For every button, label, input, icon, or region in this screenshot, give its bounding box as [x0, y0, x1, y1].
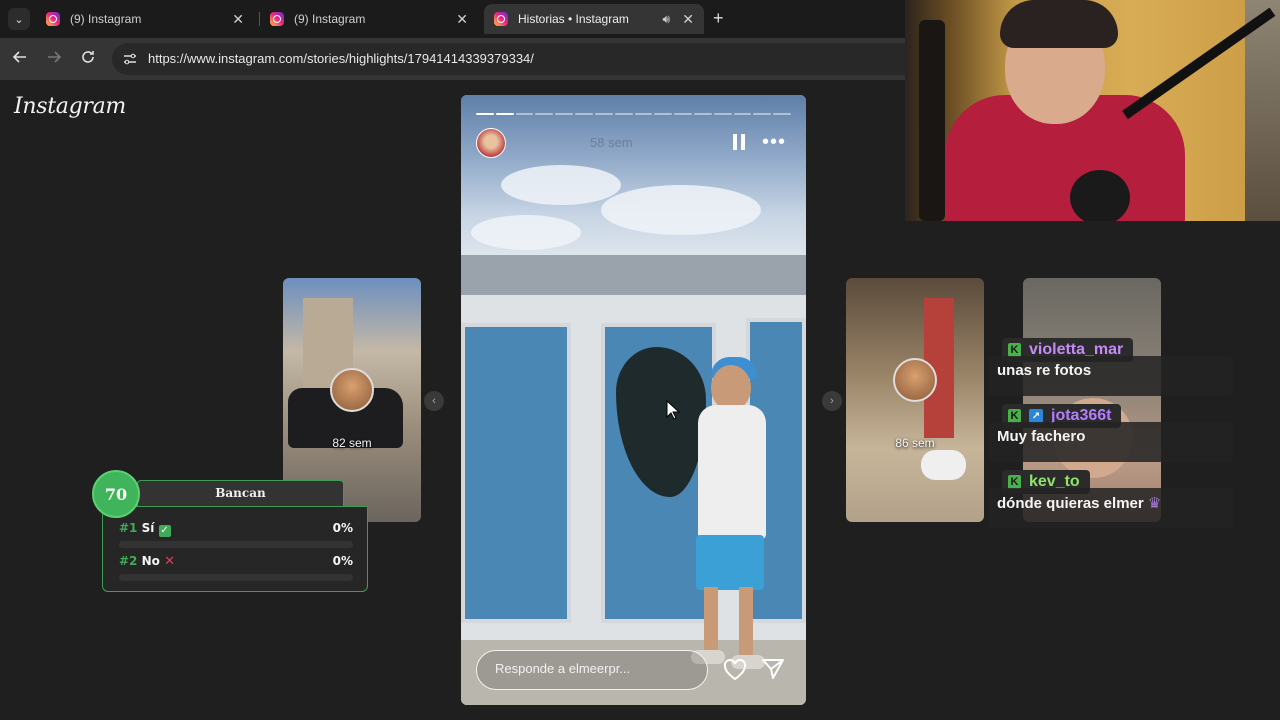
chat-message-text: Muy fachero [997, 428, 1086, 445]
instagram-favicon-icon [494, 12, 508, 26]
instagram-favicon-icon [46, 12, 60, 26]
sky-background [461, 95, 806, 265]
user-avatar [330, 368, 374, 412]
tab-historias[interactable]: Historias • Instagram 🔊︎ ✕ [484, 4, 704, 34]
story-viewer[interactable]: 58 sem ••• [461, 95, 806, 705]
url-text[interactable]: https://www.instagram.com/stories/highli… [148, 51, 534, 66]
story-age-label: 82 sem [332, 436, 372, 450]
chat-message-text: dónde quieras elmer [997, 495, 1144, 512]
progress-segment [674, 113, 692, 115]
reload-button[interactable] [78, 49, 98, 69]
speaker-icon[interactable]: 🔊︎ [662, 12, 670, 27]
poll-option: #1 Sí ✓ 0% [119, 521, 353, 548]
reload-icon [82, 51, 94, 63]
story-progress-bar [476, 113, 791, 115]
poll-option: #2 No ✕ 0% [119, 554, 353, 581]
progress-segment [713, 113, 732, 115]
progress-segment [515, 113, 534, 115]
progress-segment [535, 113, 554, 115]
arrow-right-icon [48, 51, 62, 63]
user-avatar [893, 358, 937, 402]
person-leg [739, 587, 753, 657]
previous-story-button[interactable]: ‹ [424, 391, 444, 411]
kick-badge-icon: K [1008, 343, 1021, 357]
door-left [461, 323, 571, 623]
cat-shape [921, 450, 966, 480]
instagram-favicon-icon [270, 12, 284, 26]
poll-option-label: No [141, 554, 160, 568]
kick-badge-icon: K [1008, 409, 1021, 423]
poll-option-percent: 0% [332, 554, 353, 568]
pause-icon[interactable] [733, 134, 745, 150]
progress-segment [634, 113, 653, 115]
streamer-hair [1000, 0, 1118, 48]
heart-icon[interactable] [723, 658, 747, 681]
person-shirt [698, 405, 766, 540]
reply-field[interactable] [476, 650, 708, 690]
chat-message: unas re fotos [989, 356, 1233, 396]
tab-instagram-1[interactable]: (9) Instagram ✕ [36, 4, 254, 34]
tab-title: (9) Instagram [70, 12, 142, 26]
next-story-button[interactable]: › [822, 391, 842, 411]
check-mark-icon: ✓ [158, 525, 171, 537]
more-options-icon[interactable]: ••• [762, 131, 786, 154]
tab-search-button[interactable]: ⌄ [8, 8, 30, 30]
close-tab-icon[interactable]: ✕ [232, 11, 244, 28]
reply-input[interactable] [495, 661, 695, 676]
tab-instagram-2[interactable]: (9) Instagram ✕ [260, 4, 478, 34]
arrow-left-icon [12, 51, 26, 63]
chat-message: dónde quieras elmer ♛ [989, 488, 1233, 528]
progress-segment [594, 113, 613, 115]
back-button[interactable] [10, 49, 30, 69]
story-time: 58 sem [590, 135, 633, 150]
chevron-right-icon: › [830, 395, 834, 407]
chevron-down-icon: ⌄ [14, 13, 24, 26]
poll-option-number: #1 [119, 521, 138, 535]
story-age-label: 86 sem [895, 436, 935, 450]
progress-segment [495, 113, 514, 115]
new-tab-button[interactable]: + [713, 8, 724, 29]
verified-badge-icon: ↗ [1029, 409, 1043, 423]
streamer-webcam [905, 0, 1280, 221]
site-info-icon[interactable] [122, 51, 138, 67]
poll-option-percent: 0% [332, 521, 353, 535]
poll-option-label: Sí [141, 521, 155, 535]
mouse-cursor-icon [666, 399, 681, 425]
progress-segment [575, 113, 593, 115]
progress-segment [555, 113, 574, 115]
progress-segment [733, 113, 752, 115]
progress-segment [476, 113, 494, 115]
next-story-card[interactable]: 86 sem [846, 278, 984, 522]
poll-option-number: #2 [119, 554, 138, 568]
kick-badge-icon: K [1008, 475, 1021, 489]
send-icon[interactable] [761, 658, 785, 680]
poll-count-badge: 70 [92, 470, 140, 518]
progress-segment [654, 113, 673, 115]
progress-segment [773, 113, 791, 115]
forward-button[interactable] [44, 49, 64, 69]
microphone [1070, 170, 1130, 221]
person-shorts [696, 535, 764, 590]
progress-segment [614, 113, 633, 115]
guitar [919, 20, 945, 221]
poll-option-bar [119, 574, 353, 581]
poll-title: Bancan [137, 480, 344, 506]
poll-widget: #1 Sí ✓ 0% #2 No ✕ 0% [102, 506, 368, 592]
story-author-avatar[interactable] [476, 128, 506, 158]
instagram-logo[interactable]: Instagram [14, 94, 126, 119]
close-tab-icon[interactable]: ✕ [456, 11, 468, 28]
tab-title: Historias • Instagram [518, 12, 629, 26]
close-tab-icon[interactable]: ✕ [682, 11, 694, 28]
tab-title: (9) Instagram [294, 12, 366, 26]
poll-option-bar [119, 541, 353, 548]
chat-message-text: unas re fotos [997, 362, 1092, 379]
chat-message: Muy fachero [989, 422, 1233, 462]
chevron-left-icon: ‹ [432, 395, 436, 407]
progress-segment [693, 113, 712, 115]
person-leg [704, 587, 718, 657]
progress-segment [753, 113, 772, 115]
emoji-icon: ♛ [1147, 495, 1162, 512]
cross-mark-icon: ✕ [164, 554, 175, 569]
